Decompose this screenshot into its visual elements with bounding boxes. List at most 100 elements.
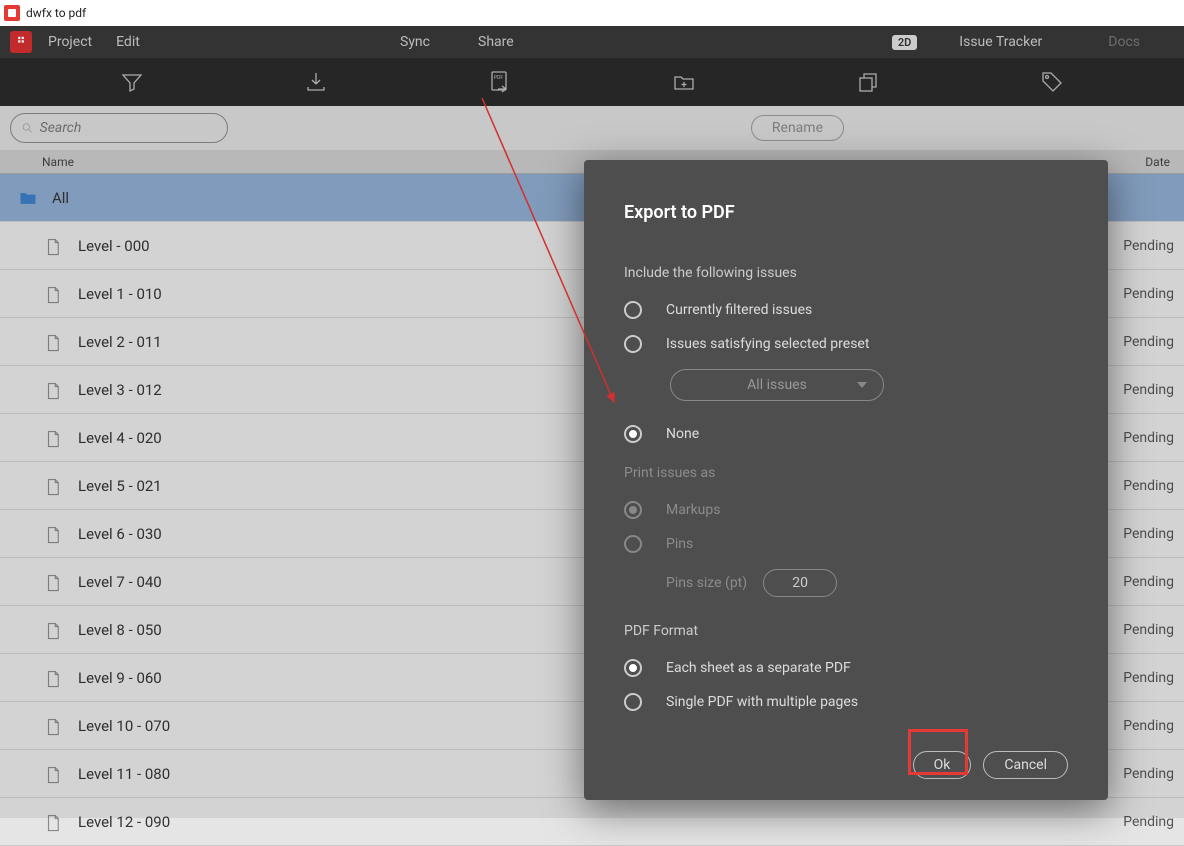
folder-icon: [18, 188, 38, 208]
file-row[interactable]: Level 12 - 090 Pending: [0, 798, 1184, 846]
filter-icon[interactable]: [120, 70, 144, 94]
include-issues-label: Include the following issues: [624, 265, 1068, 281]
radio-separate-pdf[interactable]: Each sheet as a separate PDF: [624, 659, 1068, 677]
file-name: Level 2 - 011: [78, 333, 162, 351]
file-status: Pending: [1123, 814, 1174, 830]
file-status: Pending: [1123, 526, 1174, 542]
radio-icon: [624, 659, 642, 677]
menu-project[interactable]: Project: [48, 34, 92, 50]
file-icon: [44, 716, 64, 736]
file-icon: [44, 812, 64, 832]
radio-preset-issues[interactable]: Issues satisfying selected preset: [624, 335, 1068, 353]
tag-icon[interactable]: [1040, 70, 1064, 94]
radio-label: Single PDF with multiple pages: [666, 694, 858, 710]
radio-label: Markups: [666, 502, 720, 518]
radio-label: Pins: [666, 536, 693, 552]
pins-size-row: Pins size (pt): [666, 569, 1068, 597]
preset-value: All issues: [747, 377, 807, 393]
radio-icon: [624, 335, 642, 353]
content-header: Rename: [0, 106, 1184, 150]
file-status: Pending: [1123, 286, 1174, 302]
folder-label: All: [52, 189, 69, 207]
file-icon: [44, 332, 64, 352]
export-pdf-dialog: Export to PDF Include the following issu…: [584, 160, 1108, 800]
app-logo-icon: [4, 5, 20, 21]
menu-sync[interactable]: Sync: [400, 34, 430, 50]
badge-2d[interactable]: 2D: [892, 35, 917, 50]
radio-single-pdf[interactable]: Single PDF with multiple pages: [624, 693, 1068, 711]
radio-icon: [624, 501, 642, 519]
menu-edit[interactable]: Edit: [116, 34, 140, 50]
file-icon: [44, 428, 64, 448]
radio-pins: Pins: [624, 535, 1068, 553]
dialog-title: Export to PDF: [624, 202, 1068, 223]
file-icon: [44, 380, 64, 400]
file-status: Pending: [1123, 478, 1174, 494]
file-icon: [44, 476, 64, 496]
radio-label: None: [666, 426, 699, 442]
file-name: Level 3 - 012: [78, 381, 162, 399]
file-status: Pending: [1123, 622, 1174, 638]
brand-logo-icon[interactable]: [10, 31, 32, 53]
file-status: Pending: [1123, 670, 1174, 686]
file-name: Level 11 - 080: [78, 765, 170, 783]
file-name: Level 10 - 070: [78, 717, 170, 735]
file-icon: [44, 668, 64, 688]
file-status: Pending: [1123, 766, 1174, 782]
file-icon: [44, 620, 64, 640]
file-status: Pending: [1123, 574, 1174, 590]
file-name: Level 4 - 020: [78, 429, 162, 447]
svg-text:PDF: PDF: [494, 75, 503, 81]
file-name: Level 8 - 050: [78, 621, 162, 639]
radio-markups: Markups: [624, 501, 1068, 519]
radio-label: Issues satisfying selected preset: [666, 336, 869, 352]
pdf-format-label: PDF Format: [624, 623, 1068, 639]
pins-size-label: Pins size (pt): [666, 575, 747, 591]
file-name: Level 12 - 090: [78, 813, 170, 831]
file-name: Level 6 - 030: [78, 525, 162, 543]
radio-icon: [624, 535, 642, 553]
file-name: Level 7 - 040: [78, 573, 162, 591]
annotation-highlight-ok: [908, 729, 968, 775]
menu-share[interactable]: Share: [478, 34, 514, 50]
radio-label: Each sheet as a separate PDF: [666, 660, 851, 676]
radio-icon: [624, 693, 642, 711]
menu-docs: Docs: [1108, 34, 1140, 50]
radio-icon: [624, 425, 642, 443]
file-icon: [44, 236, 64, 256]
print-issues-label: Print issues as: [624, 465, 1068, 481]
search-input[interactable]: [40, 120, 217, 136]
file-status: Pending: [1123, 718, 1174, 734]
radio-filtered-issues[interactable]: Currently filtered issues: [624, 301, 1068, 319]
window-title-bar: dwfx to pdf: [0, 0, 1184, 26]
preset-dropdown[interactable]: All issues: [670, 369, 884, 401]
file-status: Pending: [1123, 430, 1174, 446]
menu-bar: Project Edit Sync Share 2D Issue Tracker…: [0, 26, 1184, 58]
file-status: Pending: [1123, 334, 1174, 350]
file-name: Level 5 - 021: [78, 477, 162, 495]
window-title: dwfx to pdf: [26, 6, 86, 20]
menu-issue-tracker[interactable]: Issue Tracker: [959, 34, 1042, 50]
radio-icon: [624, 301, 642, 319]
radio-none[interactable]: None: [624, 425, 1068, 443]
export-pdf-icon[interactable]: PDF: [488, 70, 512, 94]
file-icon: [44, 764, 64, 784]
file-icon: [44, 572, 64, 592]
new-folder-icon[interactable]: [672, 70, 696, 94]
cancel-button[interactable]: Cancel: [983, 751, 1068, 779]
rename-button[interactable]: Rename: [751, 115, 844, 141]
column-date: Date: [1124, 155, 1184, 169]
file-name: Level 1 - 010: [78, 285, 162, 303]
radio-label: Currently filtered issues: [666, 302, 812, 318]
file-name: Level 9 - 060: [78, 669, 162, 687]
file-icon: [44, 524, 64, 544]
search-box[interactable]: [10, 113, 228, 143]
file-name: Level - 000: [78, 237, 150, 255]
pins-size-input[interactable]: [763, 569, 837, 597]
toolbar: PDF: [0, 58, 1184, 106]
file-icon: [44, 284, 64, 304]
copy-icon[interactable]: [856, 70, 880, 94]
file-status: Pending: [1123, 238, 1174, 254]
import-icon[interactable]: [304, 70, 328, 94]
file-status: Pending: [1123, 382, 1174, 398]
